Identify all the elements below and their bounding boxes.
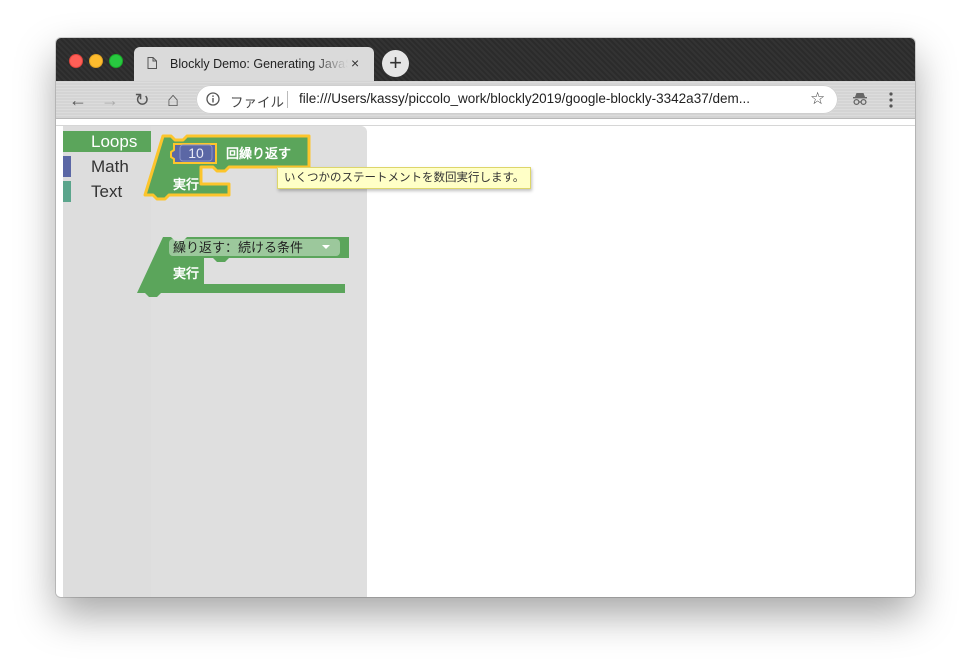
- browser-tab[interactable]: Blockly Demo: Generating JavaScript ×: [134, 47, 374, 81]
- incognito-icon[interactable]: [852, 91, 868, 107]
- while-mode-label: 繰り返す：続ける条件: [173, 240, 303, 256]
- browser-window: Blockly Demo: Generating JavaScript × + …: [56, 38, 915, 597]
- browser-toolbar: ← → ↻ ⌂ ファイル file:///Users/kassy/piccolo…: [56, 81, 915, 119]
- page-content: Loops Math Text 10 回繰り返す 実行 繰り返す：続ける条件 実…: [56, 119, 915, 597]
- back-arrow-icon[interactable]: ←: [67, 89, 89, 111]
- repeat-label: 回繰り返す: [226, 146, 291, 162]
- bookmark-star-icon[interactable]: ☆: [810, 89, 825, 109]
- tab-title: Blockly Demo: Generating JavaScript: [170, 57, 348, 71]
- repeat-while-block[interactable]: 繰り返す：続ける条件 実行: [137, 237, 349, 297]
- block-tooltip: いくつかのステートメントを数回実行します。: [277, 167, 532, 189]
- blockly-workspace: 10 回繰り返す 実行 繰り返す：続ける条件 実行: [137, 134, 349, 297]
- minimize-window-button[interactable]: [89, 54, 103, 68]
- info-icon[interactable]: [206, 92, 220, 106]
- number-input[interactable]: 10: [170, 143, 217, 164]
- close-window-button[interactable]: [69, 54, 83, 68]
- times-value[interactable]: 10: [188, 145, 204, 161]
- new-tab-button[interactable]: +: [382, 50, 409, 77]
- forward-arrow-icon[interactable]: →: [99, 89, 121, 111]
- scheme-label: ファイル: [230, 95, 284, 110]
- zoom-window-button[interactable]: [109, 54, 123, 68]
- url-text[interactable]: file:///Users/kassy/piccolo_work/blockly…: [299, 91, 750, 106]
- address-bar[interactable]: ファイル file:///Users/kassy/piccolo_work/bl…: [196, 85, 838, 114]
- while-mode-dropdown[interactable]: 繰り返す：続ける条件: [169, 239, 340, 256]
- while-do-label: 実行: [173, 266, 199, 282]
- document-icon: [147, 57, 157, 69]
- kebab-menu-icon[interactable]: [888, 91, 894, 109]
- tab-close-icon[interactable]: ×: [351, 55, 359, 71]
- repeat-do-label: 実行: [173, 177, 199, 193]
- reload-icon[interactable]: ↻: [131, 89, 153, 111]
- title-bar: Blockly Demo: Generating JavaScript × +: [56, 38, 915, 81]
- home-icon[interactable]: ⌂: [162, 89, 184, 111]
- omnibox-divider: [287, 91, 288, 108]
